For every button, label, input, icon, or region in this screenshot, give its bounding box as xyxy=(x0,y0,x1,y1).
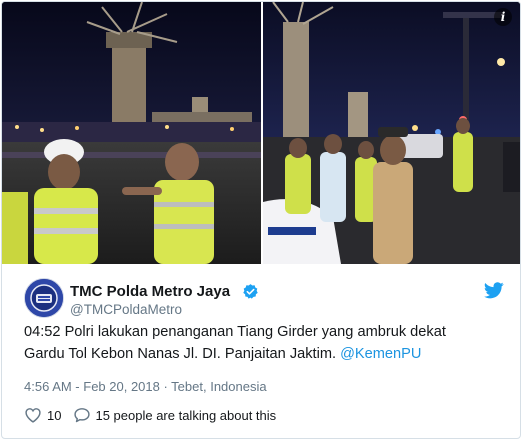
like-button[interactable]: 10 xyxy=(24,407,61,423)
verified-badge-icon xyxy=(243,284,258,299)
tweet-card: i TMC Polda Metro Jaya @TMCPoldaMetro 04… xyxy=(1,1,521,439)
twitter-bird-icon[interactable] xyxy=(484,282,504,299)
media-grid[interactable]: i xyxy=(2,2,520,264)
heart-icon xyxy=(25,408,41,423)
photo-left[interactable] xyxy=(2,2,261,264)
tweet-text-line-2: Gardu Tol Kebon Nanas Jl. DI. Panjaitan … xyxy=(24,343,504,365)
info-icon[interactable]: i xyxy=(494,8,512,26)
tweet-actions: 10 15 people are talking about this xyxy=(24,406,276,424)
avatar[interactable] xyxy=(24,278,64,318)
avatar-logo-icon xyxy=(25,279,63,317)
tweet-header: TMC Polda Metro Jaya @TMCPoldaMetro xyxy=(24,278,504,322)
tweet-timestamp-location[interactable]: 4:56 AM - Feb 20, 2018 · Tebet, Indonesi… xyxy=(24,379,267,394)
conversation-link[interactable]: 15 people are talking about this xyxy=(73,407,276,423)
author-name[interactable]: TMC Polda Metro Jaya xyxy=(70,283,230,300)
tweet-text: 04:52 Polri lakukan penanganan Tiang Gir… xyxy=(24,321,504,365)
talking-count: 15 people are talking about this xyxy=(95,407,277,423)
author-handle[interactable]: @TMCPoldaMetro xyxy=(70,302,182,317)
like-count: 10 xyxy=(47,407,62,423)
photo-right[interactable]: i xyxy=(263,2,520,264)
speech-bubble-icon xyxy=(74,408,91,423)
photo-left-image xyxy=(2,2,261,264)
mention-link[interactable]: @KemenPU xyxy=(340,346,421,362)
tweet-text-line-2-body: Gardu Tol Kebon Nanas Jl. DI. Panjaitan … xyxy=(24,346,341,362)
photo-right-image xyxy=(263,2,520,264)
tweet-text-line-1: 04:52 Polri lakukan penanganan Tiang Gir… xyxy=(24,324,446,340)
